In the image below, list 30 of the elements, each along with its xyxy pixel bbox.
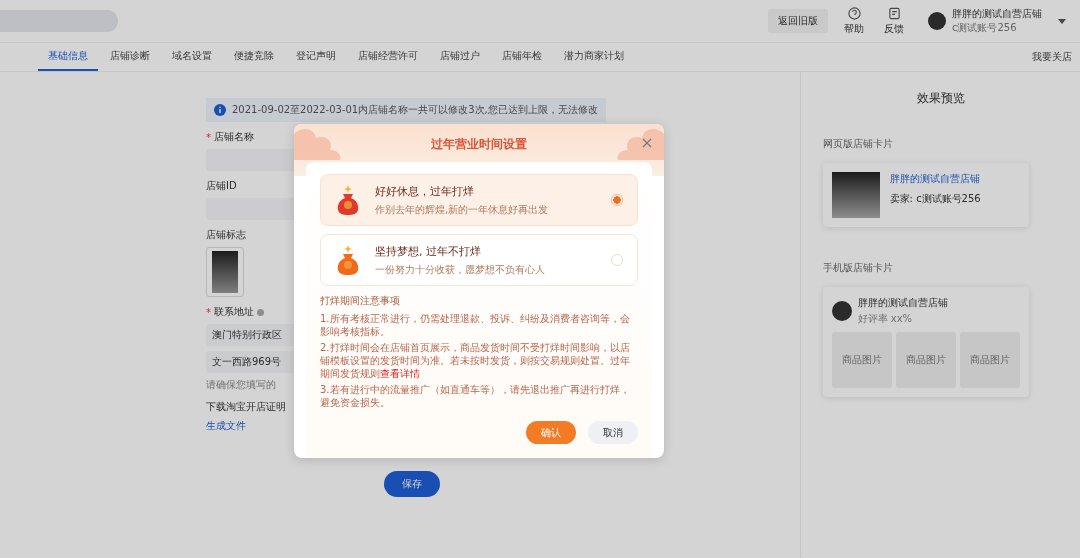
note-text: 3.若有进行中的流量推广（如直通车等），请先退出推广再进行打烊，避免资金损失。 [320,383,631,409]
product-thumbnail: 商品图片 [831,332,892,388]
seller-text: 卖家: c测试账号256 [889,192,981,206]
store-name: 胖胖的测试自营店铺 [889,172,981,186]
dialog-title: 过年营业时间设置 [431,136,527,153]
product-thumbnail: 商品图片 [959,332,1020,388]
preview-title: 效果预览 [916,90,967,107]
field-label: 下载淘宝开店证明 [206,400,286,414]
option-description: 一份努力十分收获，愿梦想不负有心人 [375,262,546,277]
option-title: 好好休息，过年打烊 [375,183,475,199]
store-name: 胖胖的测试自营店铺 [857,296,948,310]
notice-text: 2021-09-02至2022-03-01内店铺名称一共可以修改3次,您已达到上限，无法修改 [232,103,598,117]
field-label: 店铺名称 [214,130,254,144]
section-label: 网页版店铺卡片 [822,137,894,151]
rating-text: 好评率 xx% [857,312,914,326]
required-mark: * [206,131,211,143]
section-label: 手机版店铺卡片 [822,261,894,275]
account-name: 胖胖的测试自营店铺 [952,7,1042,21]
product-thumbnail: 商品图片 [895,332,956,388]
note-text: 2.打烊时间会在店铺首页展示，商品发货时间不受打烊时间影响，以店铺模板设置的发货时间为准。若未按时发货，则按交易规则处置。过年期间发货规则查看详情 [320,341,631,380]
account-id: c测试账号256 [952,21,1018,35]
field-label: 联系地址 [214,305,254,319]
field-label: 店铺标志 [206,228,246,242]
option-description: 作别去年的辉煌,新的一年休息好再出发 [375,202,550,217]
required-mark: * [206,306,211,318]
notes-title: 打烊期间注意事项 [320,294,401,308]
hint-text: 请确保您填写的 [206,378,276,392]
field-label: 店铺ID [206,179,237,193]
option-title: 坚持梦想, 过年不打烊 [375,243,482,259]
note-text: 1.所有考核正常进行，仍需处理退款、投诉、纠纷及消费者咨询等，会影响考核指标。 [320,312,631,338]
